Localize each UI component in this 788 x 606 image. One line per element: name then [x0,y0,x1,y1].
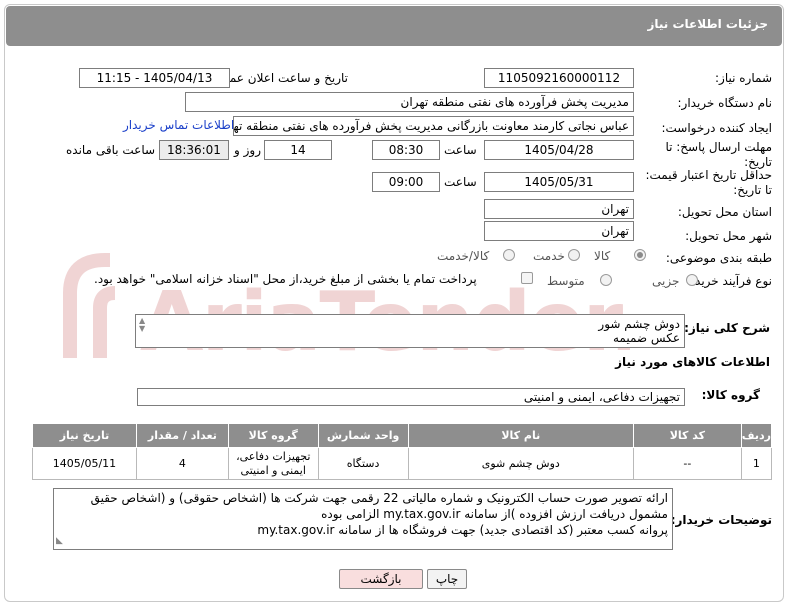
purchase-type-label: نوع فرآیند خرید : [687,274,772,288]
reply-deadline-label: مهلت ارسال پاسخ: تا [665,140,772,154]
reply-deadline-label-2: تاریخ: [744,155,772,169]
goods-info-title: اطلاعات کالاهای مورد نیاز [615,355,770,369]
description-line-2: عکس ضمیمه [612,331,680,345]
resize-grip-icon[interactable]: ◣ [56,533,63,549]
scroll-arrows-icon[interactable]: ▲ ▼ [139,317,145,333]
purchase-type-option-minor: جزیی [652,274,680,288]
city-label: شهر محل تحویل: [685,229,772,243]
province-label: استان محل تحویل: [677,205,772,219]
col-date: تاریخ نیاز [32,423,137,448]
col-unit: واحد شمارش [317,423,409,448]
items-table-header: ردیف کد کالا نام کالا واحد شمارش گروه کا… [32,423,773,448]
goods-group-label: گروه کالا: [701,388,760,402]
col-name: نام کالا [407,423,635,448]
price-date-field: 1405/05/31 [484,172,634,192]
cell-date: 1405/05/11 [32,447,137,480]
price-time-field: 09:00 [372,172,440,192]
price-validity-label-2: تا تاریخ: [733,183,772,197]
buyer-notes-line-3: پروانه کسب معتبر (کد اقتصادی جدید) جهت ف… [257,523,668,537]
cell-unit: دستگاه [317,447,409,480]
description-textarea[interactable]: دوش چشم شور عکس ضمیمه ▲ ▼ [135,314,685,348]
reply-time-word: ساعت [444,143,477,157]
category-radio-goods-service[interactable] [503,249,515,261]
buyer-org-field: مدیریت پخش فرآورده های نفتی منطقه تهران [185,92,634,112]
table-row[interactable]: 1 -- دوش چشم شوی دستگاه تجهیزات دفاعی، ا… [32,447,773,480]
need-number-field: 1105092160000112 [484,68,634,88]
province-field: تهران [484,199,634,219]
buyer-org-label: نام دستگاه خریدار: [677,96,773,110]
category-option-goods: کالا [594,249,611,263]
category-radio-goods[interactable] [634,249,646,261]
col-group: گروه کالا [227,423,319,448]
items-table: ردیف کد کالا نام کالا واحد شمارش گروه کا… [32,423,773,480]
buyer-notes-label: توضیحات خریدار: [670,513,772,527]
cell-qty: 4 [135,447,229,480]
buyer-contact-link[interactable]: اطلاعات تماس خریدار [123,118,234,132]
col-qty: تعداد / مقدار [135,423,229,448]
reply-date-field: 1405/04/28 [484,140,634,160]
cell-row: 1 [740,447,773,480]
buyer-notes-line-2: مشمول دریافت ارزش افزوده )از سامانه my.t… [321,507,668,521]
buyer-notes-line-1: ارائه تصویر صورت حساب الکترونیک و شماره … [90,491,668,505]
category-radio-service[interactable] [568,249,580,261]
description-label: شرح کلی نیاز: [684,321,770,335]
remaining-time-word: ساعت باقی مانده [66,143,156,157]
days-remaining-field: 14 [264,140,332,160]
cell-name: دوش چشم شوی [407,447,635,480]
days-word: روز و [234,143,261,157]
category-option-goods-service: کالا/خدمت [437,249,490,263]
category-label: طبقه بندی موضوعی: [665,251,772,265]
back-button[interactable]: بازگشت [339,569,423,589]
col-code: کد کالا [633,423,742,448]
cell-group: تجهیزات دفاعی، ایمنی و امنیتی [227,447,319,480]
announce-datetime-field: 1405/04/13 - 11:15 [79,68,230,88]
description-line-1: دوش چشم شور [598,317,680,331]
treasury-payment-checkbox[interactable] [521,272,533,284]
purchase-type-radio-minor[interactable] [686,274,698,286]
col-row: ردیف [740,423,773,448]
header-bar: جزئیات اطلاعات نیاز [6,6,782,46]
reply-time-field: 08:30 [372,140,440,160]
requester-field: عباس نجاتی کارمند معاونت بازرگانی مدیریت… [233,116,634,136]
price-time-word: ساعت [444,175,477,189]
purchase-type-option-medium: متوسط [547,274,585,288]
purchase-type-radio-medium[interactable] [600,274,612,286]
requester-label: ایجاد کننده درخواست: [661,121,772,135]
treasury-payment-note: پرداخت تمام یا بخشی از مبلغ خرید،از محل … [94,272,477,286]
print-button[interactable]: چاپ [427,569,467,589]
price-validity-label: حداقل تاریخ اعتبار قیمت: [645,168,772,182]
page-title: جزئیات اطلاعات نیاز [647,17,768,31]
city-field: تهران [484,221,634,241]
need-number-label: شماره نیاز: [715,71,772,85]
buyer-notes-textarea[interactable]: ارائه تصویر صورت حساب الکترونیک و شماره … [53,488,673,550]
goods-group-field: تجهیزات دفاعی، ایمنی و امنیتی [137,388,685,406]
remaining-time-field: 18:36:01 [159,140,229,160]
cell-code: -- [633,447,742,480]
category-option-service: خدمت [533,249,565,263]
